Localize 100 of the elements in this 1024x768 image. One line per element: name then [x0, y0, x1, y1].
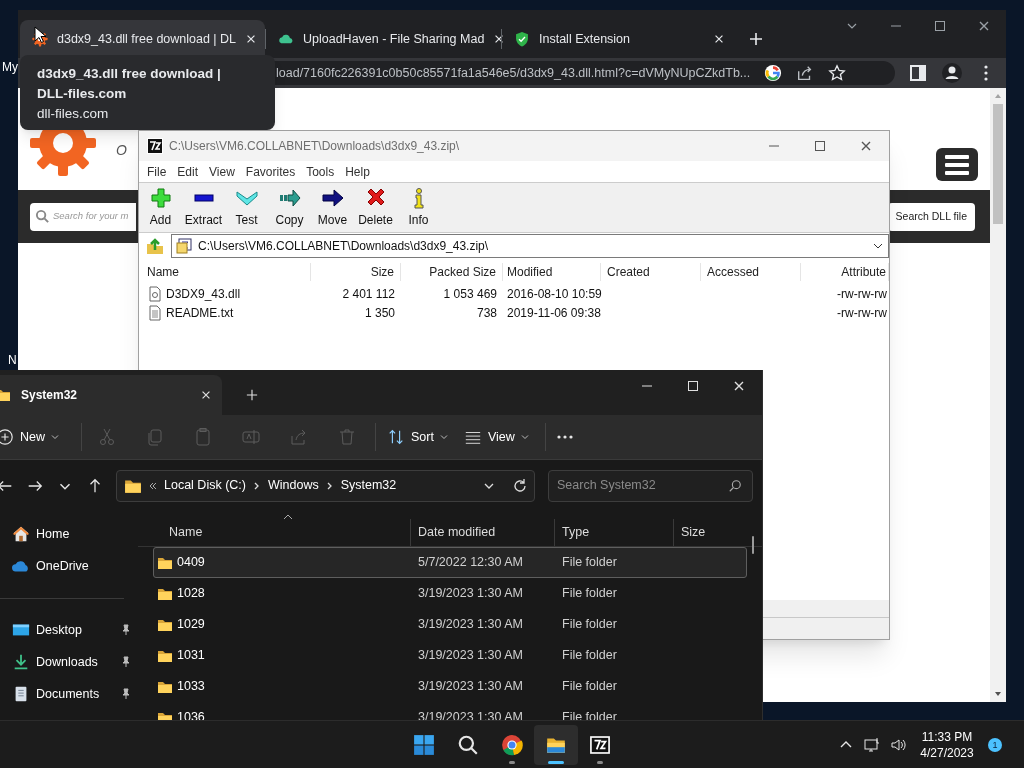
search-input[interactable]: Search for your m: [53, 209, 135, 224]
maximize-icon[interactable]: [686, 379, 700, 393]
menu-item[interactable]: Favorites: [245, 162, 296, 181]
column-header[interactable]: Accessed: [701, 262, 801, 281]
explorer-tab[interactable]: System32: [0, 375, 222, 415]
column-header[interactable]: Created: [601, 262, 701, 281]
sidebar-item[interactable]: Desktop: [0, 614, 138, 646]
toolbar-button[interactable]: Copy: [268, 186, 311, 229]
sidebar-item[interactable]: Home: [0, 518, 138, 550]
toolbar-button[interactable]: New: [0, 421, 63, 453]
menu-item[interactable]: Edit: [177, 162, 199, 181]
close-icon[interactable]: [732, 379, 746, 393]
rename-icon: [241, 427, 261, 447]
search-input[interactable]: Search System32: [557, 476, 728, 495]
sidebar-item[interactable]: OneDrive: [0, 550, 138, 582]
column-header[interactable]: Date modified: [410, 519, 554, 546]
file-name[interactable]: 1028: [177, 584, 205, 603]
toolbar-button[interactable]: Info: [397, 186, 440, 229]
file-row[interactable]: 1031 3/19/2023 1:30 AM File folder: [153, 640, 747, 671]
file-row[interactable]: 1028 3/19/2023 1:30 AM File folder: [153, 578, 747, 609]
table-cell-text: File folder: [561, 616, 618, 634]
maximize-icon[interactable]: [813, 139, 827, 153]
menu-button[interactable]: [936, 148, 978, 181]
column-header[interactable]: Type: [554, 519, 673, 546]
desktop-icon-label[interactable]: My: [2, 58, 18, 76]
new-tab-icon[interactable]: [749, 32, 763, 46]
toolbar-button[interactable]: Move: [311, 186, 354, 229]
search-button[interactable]: Search DLL file: [887, 202, 975, 231]
profile-icon[interactable]: [942, 63, 962, 83]
toolbar-button[interactable]: Delete: [354, 186, 397, 229]
clock[interactable]: 11:33 PM 4/27/2023: [911, 728, 983, 761]
toolbar-button[interactable]: View: [455, 421, 537, 453]
browser-tab[interactable]: d3dx9_43.dll free download | DL: [20, 20, 265, 58]
file-name[interactable]: 0409: [177, 553, 205, 572]
file-name[interactable]: README.txt: [166, 303, 234, 322]
column-header[interactable]: Modified: [503, 262, 601, 281]
scroll-down-icon[interactable]: [994, 690, 1002, 698]
clock-date: 4/27/2023: [920, 744, 974, 761]
search-icon: [35, 209, 50, 224]
column-header[interactable]: Packed Size: [401, 262, 503, 281]
sort-caret-icon[interactable]: [283, 514, 293, 520]
file-name[interactable]: D3DX9_43.dll: [166, 284, 241, 303]
arrow-right-icon: [321, 186, 344, 209]
copy-icon: [145, 427, 165, 447]
browser-tab[interactable]: UploadHaven - File Sharing Mad: [266, 20, 501, 58]
file-row[interactable]: 1033 3/19/2023 1:30 AM File folder: [153, 671, 747, 702]
close-icon[interactable]: [859, 139, 873, 153]
tagline: O: [116, 141, 127, 160]
caret-icon: [520, 433, 529, 441]
menu-item[interactable]: File: [147, 162, 167, 181]
folder-up-icon[interactable]: [145, 236, 165, 256]
breadcrumb-item[interactable]: Windows: [265, 476, 321, 495]
refresh-icon[interactable]: [512, 477, 528, 494]
browser-tab[interactable]: Install Extension: [502, 20, 737, 58]
breadcrumb-item[interactable]: System32: [338, 476, 399, 495]
scrollbar-thumb[interactable]: [993, 104, 1003, 224]
file-name[interactable]: 1031: [177, 646, 205, 665]
search-field[interactable]: Search for your m: [30, 202, 136, 231]
double-chevron-icon[interactable]: [148, 480, 158, 491]
toolbar-button[interactable]: Sort: [379, 421, 456, 453]
new-tab-icon[interactable]: [246, 389, 258, 401]
sidebar-item[interactable]: Downloads: [0, 646, 138, 678]
home-icon: [12, 525, 30, 543]
column-header[interactable]: Size: [311, 262, 401, 281]
close-icon[interactable]: [713, 33, 725, 45]
menu-item[interactable]: View: [209, 162, 235, 181]
side-panel-icon[interactable]: [908, 63, 928, 83]
sidebar-item[interactable]: Documents: [0, 678, 138, 710]
table-cell-text: -rw-rw-rw: [836, 285, 888, 303]
star-icon[interactable]: [828, 64, 847, 82]
toolbar-button[interactable]: Test: [225, 186, 268, 229]
window-title: C:\Users\VM6.COLLABNET\Downloads\d3dx9_43.zip\: [169, 138, 460, 155]
file-row[interactable]: 0409 5/7/2022 12:30 AM File folder: [153, 547, 747, 578]
table-cell-text: 2016-08-10 10:59: [506, 285, 601, 303]
file-row[interactable]: 1029 3/19/2023 1:30 AM File folder: [153, 609, 747, 640]
file-name[interactable]: 1029: [177, 615, 205, 634]
network-icon[interactable]: [864, 736, 880, 753]
taskbar-button[interactable]: [534, 724, 578, 765]
speaker-icon[interactable]: [890, 736, 906, 753]
toolbar-button[interactable]: Extract: [182, 186, 225, 229]
desktop-icon-label[interactable]: N: [8, 351, 17, 369]
close-icon[interactable]: [977, 19, 991, 33]
scrollbar-thumb[interactable]: [752, 536, 754, 554]
multicolor-ring-icon[interactable]: [764, 64, 783, 82]
plus-icon: [149, 186, 172, 209]
active-indicator: [548, 760, 564, 764]
file-name[interactable]: 1033: [177, 677, 205, 696]
column-header[interactable]: Name: [139, 262, 311, 281]
address-bar[interactable]: Local Disk (C:) Windows System32: [116, 469, 535, 502]
column-header[interactable]: Attribute: [801, 262, 889, 281]
menu-item[interactable]: Help: [345, 162, 370, 181]
column-header[interactable]: Name: [138, 519, 410, 546]
notification-badge[interactable]: 1: [988, 737, 1002, 752]
breadcrumb-item[interactable]: Local Disk (C:): [162, 476, 248, 495]
menu-item[interactable]: Tools: [306, 162, 335, 181]
toolbar-button[interactable]: Add: [139, 186, 182, 229]
search-field[interactable]: Search System32: [548, 469, 753, 502]
path-field[interactable]: C:\Users\VM6.COLLABNET\Downloads\d3dx9_43.zip\: [171, 234, 889, 258]
close-icon[interactable]: [200, 389, 212, 401]
maximize-icon[interactable]: [933, 19, 947, 33]
